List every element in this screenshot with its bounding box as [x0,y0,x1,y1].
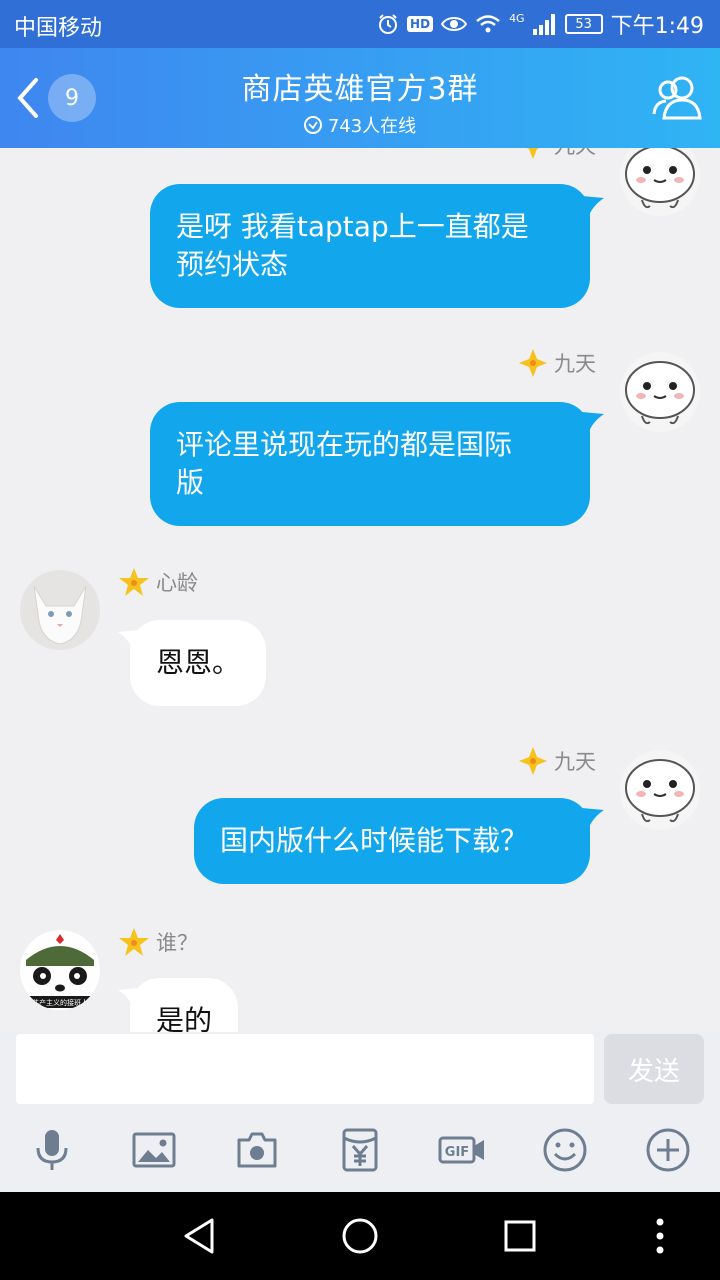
online-count-label: 743人在线 [327,116,417,137]
camera-icon [237,1132,277,1168]
plus-icon [646,1128,690,1172]
header-title-area[interactable]: 商店英雄官方3群 743人在线 [160,64,560,138]
diamond-star-icon [519,349,547,377]
gif-button[interactable]: GIF [436,1126,488,1174]
sender-name: 九天 [518,746,596,776]
svg-text:共产主义的接班人: 共产主义的接班人 [32,998,88,1007]
message-input[interactable] [16,1034,594,1104]
svg-text:GIF: GIF [445,1145,469,1160]
bubble-tail [582,808,604,830]
emoji-icon [543,1128,587,1172]
emoji-button[interactable] [539,1126,591,1174]
message-bubble[interactable]: 恩恩。 [130,620,267,706]
sender-name: 九天 [518,348,596,378]
clock: 下午1:49 [610,14,704,39]
back-button[interactable]: 9 [12,72,102,124]
avatar[interactable] [620,750,700,830]
online-status: 743人在线 [160,112,560,138]
message-bubble[interactable]: 是的 [130,978,239,1032]
back-triangle-icon[interactable] [178,1214,222,1258]
image-icon [132,1132,176,1168]
avatar[interactable] [620,148,700,216]
status-icons: HD 4G 53 下午1:49 [377,10,704,39]
star-icon [119,568,149,596]
diamond-star-icon [526,148,540,159]
avatar[interactable] [620,352,700,432]
system-navigation-bar [0,1192,720,1280]
signal-icon [532,14,555,35]
alarm-icon [379,14,398,34]
sender-name: 九天 [518,148,596,160]
bubble-tail [582,196,604,218]
status-bar: 中国移动 HD 4G 53 下午1:49 [0,0,720,48]
network-type-label: 4G [509,11,525,25]
message-bubble[interactable]: 国内版什么时候能下载？ [194,798,590,884]
message-bubble[interactable]: 评论里说现在玩的都是国际 版 [150,402,590,526]
chevron-left-icon [17,78,38,118]
more-dots-icon[interactable] [638,1214,682,1258]
eye-icon [441,17,468,31]
check-circle-icon [303,116,322,134]
star-icon [119,928,149,956]
message-bubble[interactable]: 是呀 我看taptap上一直都是 预约状态 [150,184,590,308]
chat-header: 9 商店英雄官方3群 743人在线 [0,48,720,148]
diamond-star-icon [519,747,547,775]
unread-count-badge: 9 [48,74,96,122]
camera-button[interactable] [231,1126,283,1174]
sender-name: 谁？ [118,926,198,958]
hd-badge: HD [407,16,434,32]
group-members-icon[interactable] [652,74,702,120]
bubble-tail [582,412,604,434]
voice-button[interactable] [26,1126,78,1174]
chat-message-list[interactable]: 九天 是呀 我看taptap上一直都是 预约状态 九天 评论里说现在玩的都是国际… [0,148,720,1032]
home-circle-icon[interactable] [338,1214,382,1258]
more-button[interactable] [642,1126,694,1174]
bubble-tail [118,630,140,652]
avatar[interactable] [20,570,100,650]
gif-icon: GIF [438,1136,484,1164]
carrier-label: 中国移动 [14,16,103,41]
microphone-icon [36,1130,68,1170]
message-input-bar: 发送 GIF [0,1032,720,1192]
battery-indicator: 53 [564,14,603,34]
image-button[interactable] [128,1126,180,1174]
sender-name: 心龄 [118,566,198,598]
recents-square-icon[interactable] [498,1214,542,1258]
send-button[interactable]: 发送 [604,1034,704,1104]
red-packet-button[interactable] [334,1126,386,1174]
group-title: 商店英雄官方3群 [241,72,479,107]
bubble-tail [118,988,140,1010]
red-packet-icon [342,1128,378,1172]
avatar[interactable]: 共产主义的接班人 [20,930,100,1010]
wifi-icon [476,15,500,33]
